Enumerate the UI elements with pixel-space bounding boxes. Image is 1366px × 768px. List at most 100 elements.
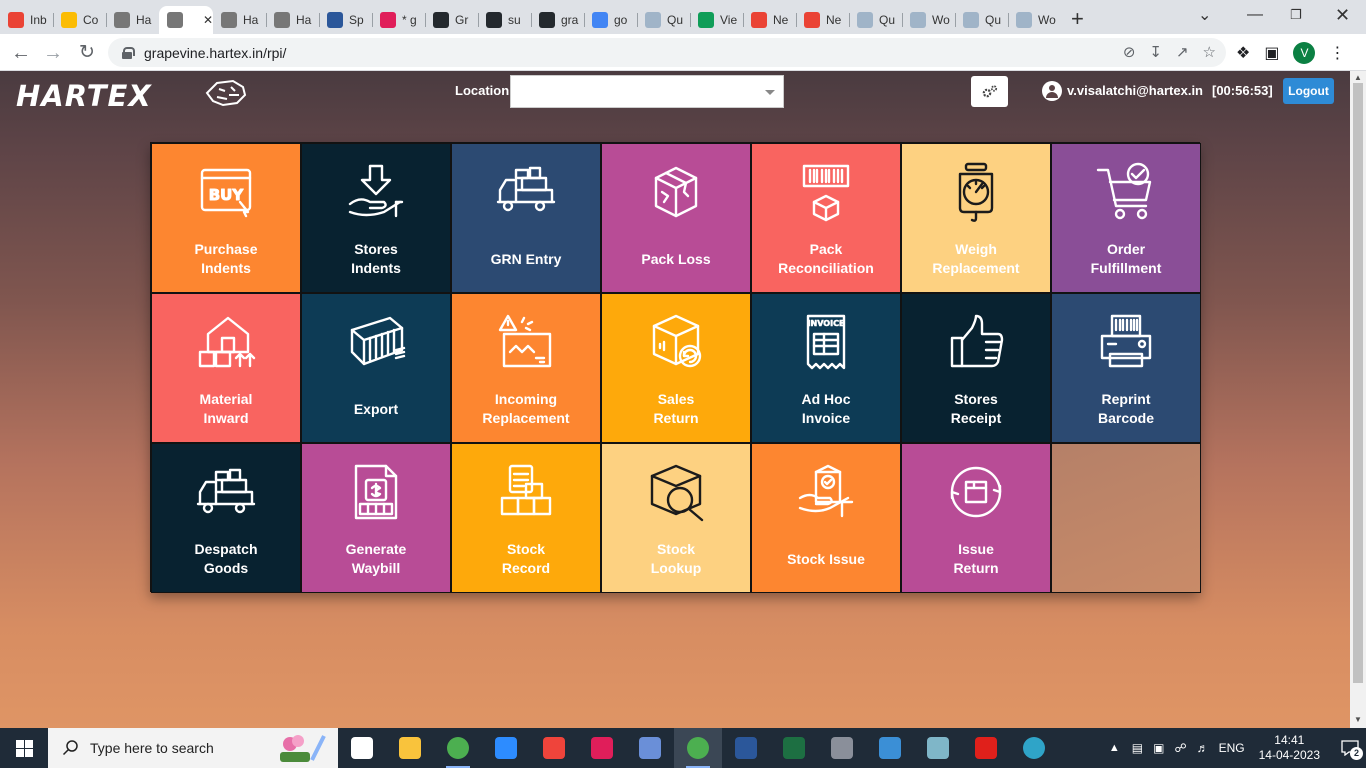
tile-incoming-replacement[interactable]: Incoming Replacement bbox=[451, 293, 601, 443]
browser-tab[interactable]: Ha bbox=[106, 6, 159, 34]
file-explorer-taskbar-button[interactable] bbox=[386, 728, 434, 768]
browser-tab[interactable]: ✕ bbox=[159, 6, 213, 34]
tray-overflow-chevron-icon[interactable]: ▲ bbox=[1109, 742, 1120, 754]
network-icon[interactable]: ▤ bbox=[1132, 741, 1143, 755]
screen-icon bbox=[327, 12, 343, 28]
scrollbar-thumb[interactable] bbox=[1353, 83, 1363, 683]
tile-generate-waybill[interactable]: Generate Waybill bbox=[301, 443, 451, 593]
url-text[interactable]: grapevine.hartex.in/rpi/ bbox=[144, 45, 286, 61]
browser-tab[interactable]: Co bbox=[53, 6, 106, 34]
browser-tab[interactable]: Ha bbox=[213, 6, 266, 34]
taskbar-search-box[interactable]: Type here to search bbox=[48, 728, 338, 768]
tile-stores-indents[interactable]: Stores Indents bbox=[301, 143, 451, 293]
barcode-box-icon bbox=[794, 160, 858, 224]
search-icon bbox=[62, 740, 78, 756]
location-select[interactable] bbox=[510, 75, 784, 108]
browser-tab[interactable]: Ne bbox=[743, 6, 796, 34]
browser-tab[interactable]: Gr bbox=[425, 6, 478, 34]
minimize-button[interactable]: — bbox=[1247, 0, 1263, 30]
side-panel-icon[interactable]: ▣ bbox=[1264, 43, 1279, 63]
remote-desktop-taskbar-button[interactable] bbox=[626, 728, 674, 768]
close-window-button[interactable]: ✕ bbox=[1335, 0, 1350, 30]
notification-center-button[interactable]: 2 bbox=[1334, 728, 1366, 768]
slack-taskbar-button[interactable] bbox=[578, 728, 626, 768]
forward-arrow-icon[interactable]: → bbox=[40, 40, 66, 66]
tile-order-fulfillment[interactable]: Order Fulfillment bbox=[1051, 143, 1201, 293]
tile-label: Pack Reconciliation bbox=[778, 241, 874, 276]
tile-grn-entry[interactable]: GRN Entry bbox=[451, 143, 601, 293]
browser-tab[interactable]: su bbox=[478, 6, 531, 34]
blocked-popup-icon[interactable]: ⊘ bbox=[1123, 43, 1136, 61]
page-scrollbar[interactable]: ▲ ▼ bbox=[1350, 71, 1366, 728]
tile-reprint-barcode[interactable]: Reprint Barcode bbox=[1051, 293, 1201, 443]
excel-taskbar-button[interactable] bbox=[770, 728, 818, 768]
profile-avatar[interactable]: V bbox=[1293, 42, 1316, 64]
tile-pack-loss[interactable]: Pack Loss bbox=[601, 143, 751, 293]
bookmark-star-icon[interactable]: ☆ bbox=[1203, 43, 1216, 61]
browser-tab[interactable]: Qu bbox=[849, 6, 902, 34]
tile-export[interactable]: Export bbox=[301, 293, 451, 443]
tile-stock-issue[interactable]: Stock Issue bbox=[751, 443, 901, 593]
browser-tab[interactable]: go bbox=[584, 6, 637, 34]
tile-ad-hoc-invoice[interactable]: INVOICE Ad Hoc Invoice bbox=[751, 293, 901, 443]
zoom-taskbar-button[interactable] bbox=[482, 728, 530, 768]
tile-sales-return[interactable]: Sales Return bbox=[601, 293, 751, 443]
photos-taskbar-button[interactable] bbox=[866, 728, 914, 768]
lock-icon[interactable] bbox=[122, 46, 135, 59]
browser-tab[interactable]: Wo bbox=[902, 6, 955, 34]
tab-search-chevron-icon[interactable]: ⌄ bbox=[1198, 0, 1211, 30]
acrobat-taskbar-button[interactable] bbox=[962, 728, 1010, 768]
meet-now-icon[interactable]: ▣ bbox=[1153, 741, 1164, 755]
file-explorer-icon bbox=[399, 737, 421, 759]
browser-tab[interactable]: Wo bbox=[1008, 6, 1061, 34]
anydesk-taskbar-button[interactable] bbox=[530, 728, 578, 768]
scroll-down-arrow-icon[interactable]: ▼ bbox=[1354, 715, 1362, 724]
clock[interactable]: 14:41 14-04-2023 bbox=[1259, 733, 1320, 763]
task-view-taskbar-button[interactable] bbox=[338, 728, 386, 768]
tile-weigh-replacement[interactable]: Weigh Replacement bbox=[901, 143, 1051, 293]
browser-tab[interactable]: * g bbox=[372, 6, 425, 34]
close-tab-icon[interactable]: ✕ bbox=[203, 13, 213, 27]
tile-despatch-goods[interactable]: Despatch Goods bbox=[151, 443, 301, 593]
tile-stores-receipt[interactable]: Stores Receipt bbox=[901, 293, 1051, 443]
gmail-icon bbox=[8, 12, 24, 28]
browser-tab[interactable]: Inb bbox=[0, 6, 53, 34]
tile-purchase-indents[interactable]: BUY Purchase Indents bbox=[151, 143, 301, 293]
calculator-taskbar-button[interactable] bbox=[818, 728, 866, 768]
browser-tab[interactable]: Ne bbox=[796, 6, 849, 34]
edge-taskbar-button[interactable] bbox=[1010, 728, 1058, 768]
reload-icon[interactable]: ↻ bbox=[74, 40, 100, 66]
power-plug-icon[interactable]: ☍ bbox=[1174, 741, 1186, 755]
volume-icon[interactable]: ♬ bbox=[1197, 741, 1209, 755]
settings-button[interactable] bbox=[971, 76, 1008, 107]
extensions-puzzle-icon[interactable]: ❖ bbox=[1236, 43, 1250, 63]
snip-taskbar-button[interactable] bbox=[914, 728, 962, 768]
back-arrow-icon[interactable]: ← bbox=[8, 40, 34, 66]
address-bar[interactable]: grapevine.hartex.in/rpi/ ⊘ ↧ ↗ ☆ bbox=[108, 38, 1226, 67]
tile-material-inward[interactable]: Material Inward bbox=[151, 293, 301, 443]
browser-tab[interactable]: Qu bbox=[637, 6, 690, 34]
chrome-taskbar-button[interactable] bbox=[434, 728, 482, 768]
browser-tab[interactable]: gra bbox=[531, 6, 584, 34]
install-app-icon[interactable]: ↧ bbox=[1149, 43, 1162, 61]
tile-stock-record[interactable]: Stock Record bbox=[451, 443, 601, 593]
browser-tab[interactable]: Sp bbox=[319, 6, 372, 34]
tile-pack-reconciliation[interactable]: Pack Reconciliation bbox=[751, 143, 901, 293]
chrome-taskbar-button[interactable] bbox=[674, 728, 722, 768]
restore-button[interactable]: ❐ bbox=[1290, 0, 1302, 30]
tile-label: Sales Return bbox=[653, 391, 699, 426]
tab-title: Ha bbox=[243, 13, 259, 27]
share-icon[interactable]: ↗ bbox=[1176, 43, 1189, 61]
word-taskbar-button[interactable] bbox=[722, 728, 770, 768]
browser-tab[interactable]: Vie bbox=[690, 6, 743, 34]
browser-tab[interactable]: Ha bbox=[266, 6, 319, 34]
tile-stock-lookup[interactable]: Stock Lookup bbox=[601, 443, 751, 593]
logout-button[interactable]: Logout bbox=[1283, 78, 1334, 104]
windows-start-button[interactable] bbox=[0, 728, 48, 768]
new-tab-button[interactable]: + bbox=[1071, 6, 1084, 32]
scroll-up-arrow-icon[interactable]: ▲ bbox=[1354, 73, 1362, 82]
browser-tab[interactable]: Qu bbox=[955, 6, 1008, 34]
tile-issue-return[interactable]: Issue Return bbox=[901, 443, 1051, 593]
menu-kebab-icon[interactable]: ⋮ bbox=[1329, 43, 1345, 63]
language-indicator[interactable]: ENG bbox=[1219, 741, 1245, 755]
